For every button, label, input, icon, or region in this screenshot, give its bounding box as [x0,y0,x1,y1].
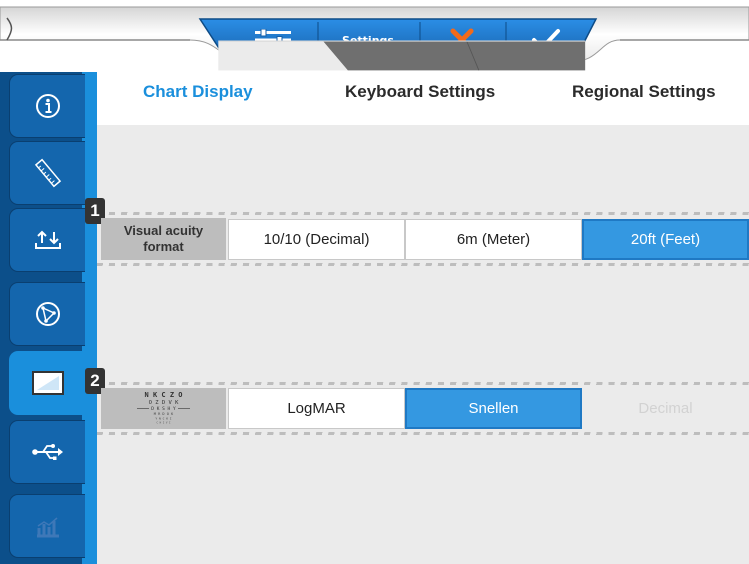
eye-chart-icon: N K C Z O O Z D V K D K S H Y M R D O K … [137,391,190,425]
row-divider [97,212,749,215]
tab-regional-settings[interactable]: Regional Settings [572,82,716,108]
chart-line: C H I V I [156,421,170,425]
usb-icon [31,444,63,460]
chart-line: M R D O K [154,412,174,416]
chart-line: N K C Z O [145,391,183,399]
option-snellen[interactable]: Snellen [405,388,582,429]
chart-line: Y N C K I [155,417,171,421]
option-feet-format[interactable]: 20ft (Feet) [582,219,749,260]
sidebar-item-statistics [9,494,85,558]
tab-keyboard-settings[interactable]: Keyboard Settings [345,82,495,108]
sidebar-item-info[interactable] [9,74,85,138]
label-line: Visual acuity [123,223,204,238]
display-icon [31,371,64,395]
sidebar-item-display[interactable] [9,351,97,415]
info-icon [35,94,60,118]
row-divider [97,263,749,266]
row-divider [97,432,749,435]
tab-bar [218,40,586,71]
label-line: format [143,239,184,254]
chart-line: O Z D V K [149,400,179,406]
settings-panel [97,125,749,564]
sidebar-item-compass[interactable] [9,282,85,346]
sidebar-item-usb[interactable] [9,420,85,484]
option-decimal-format[interactable]: 10/10 (Decimal) [228,219,405,260]
ruler-icon [34,158,61,188]
chart-type-label: N K C Z O O Z D V K D K S H Y M R D O K … [101,388,226,429]
row-divider [97,382,749,385]
visual-acuity-format-label: Visual acuity format [101,218,226,260]
sidebar-item-transfer[interactable] [9,208,85,272]
sidebar-item-measure[interactable] [9,141,85,205]
compass-icon [35,302,60,326]
option-logmar[interactable]: LogMAR [228,388,405,429]
tab-chart-display[interactable]: Chart Display [143,82,253,108]
upload-download-icon [34,230,61,249]
option-decimal: Decimal [582,388,749,429]
chart-icon [36,517,59,538]
option-meter-format[interactable]: 6m (Meter) [405,219,582,260]
